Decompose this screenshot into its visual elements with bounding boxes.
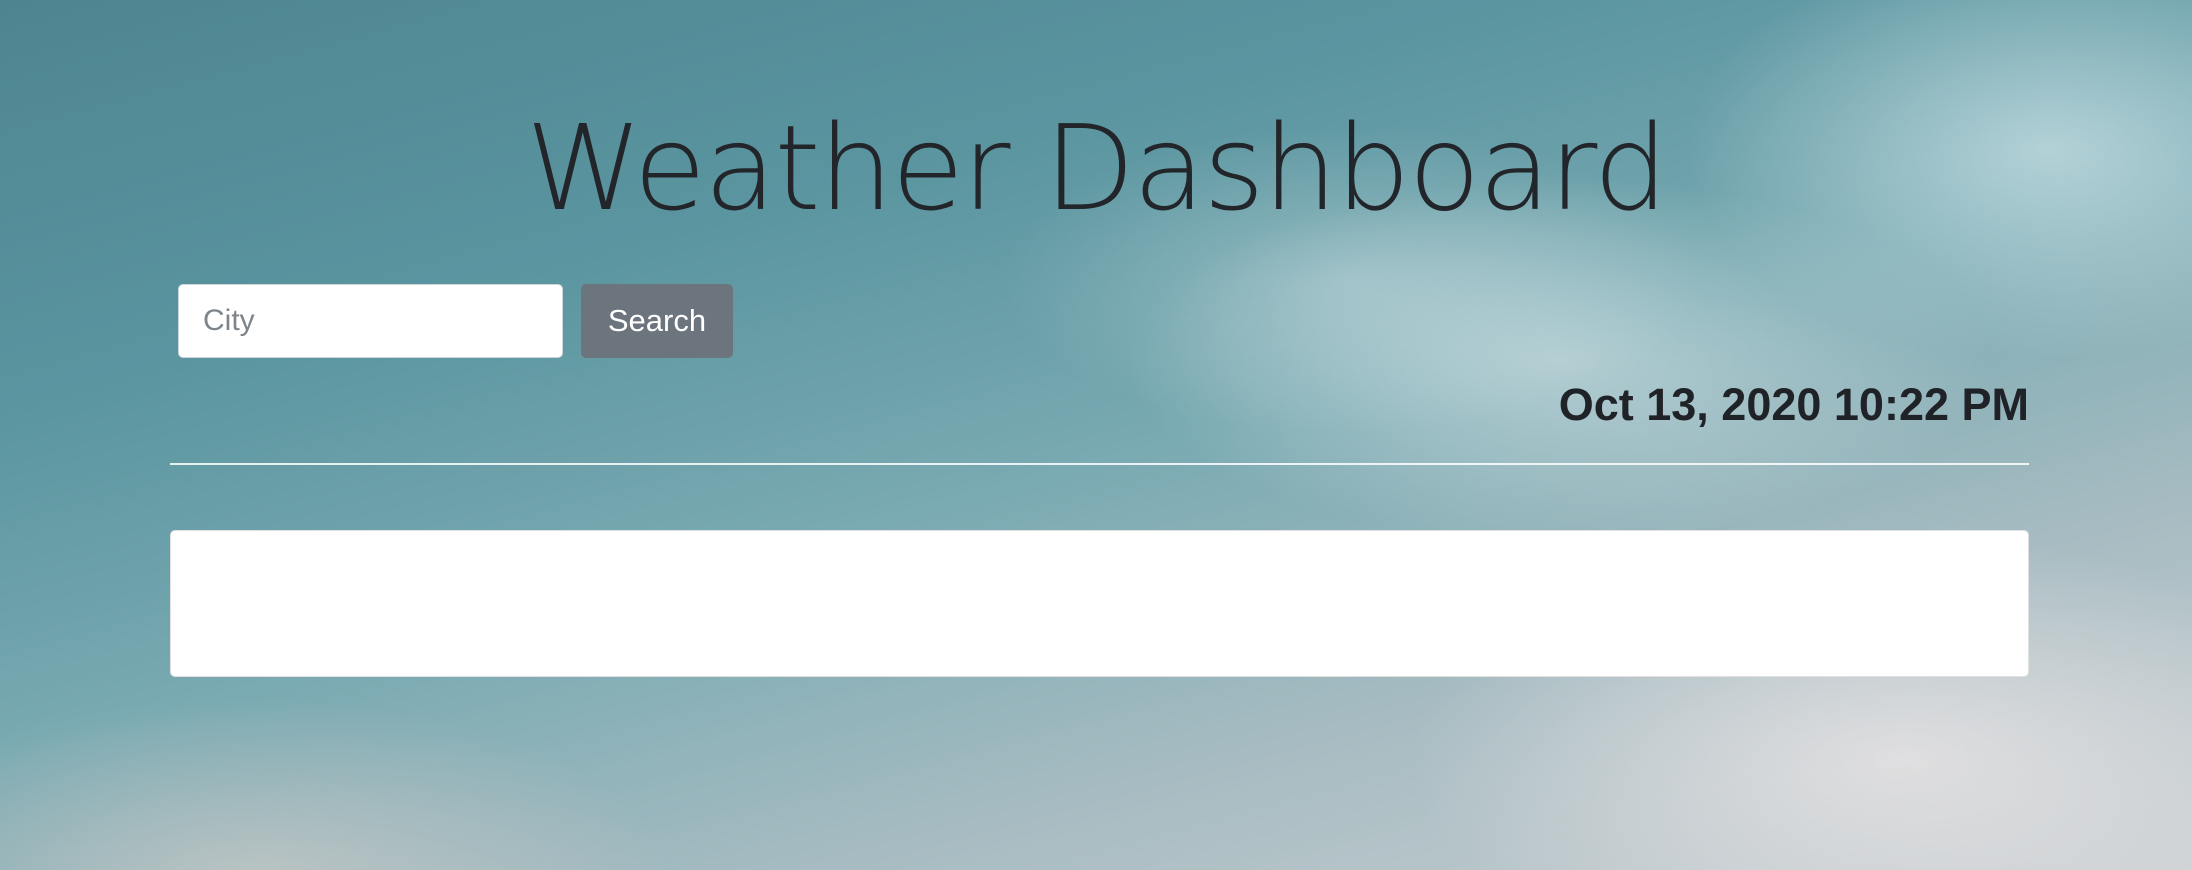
current-datetime: Oct 13, 2020 10:22 PM bbox=[1558, 379, 2029, 430]
page-title: Weather Dashboard bbox=[525, 99, 1669, 238]
weather-result-card bbox=[170, 530, 2029, 677]
divider bbox=[170, 463, 2029, 465]
search-button[interactable]: Search bbox=[581, 284, 733, 358]
city-search-input[interactable] bbox=[178, 284, 563, 358]
